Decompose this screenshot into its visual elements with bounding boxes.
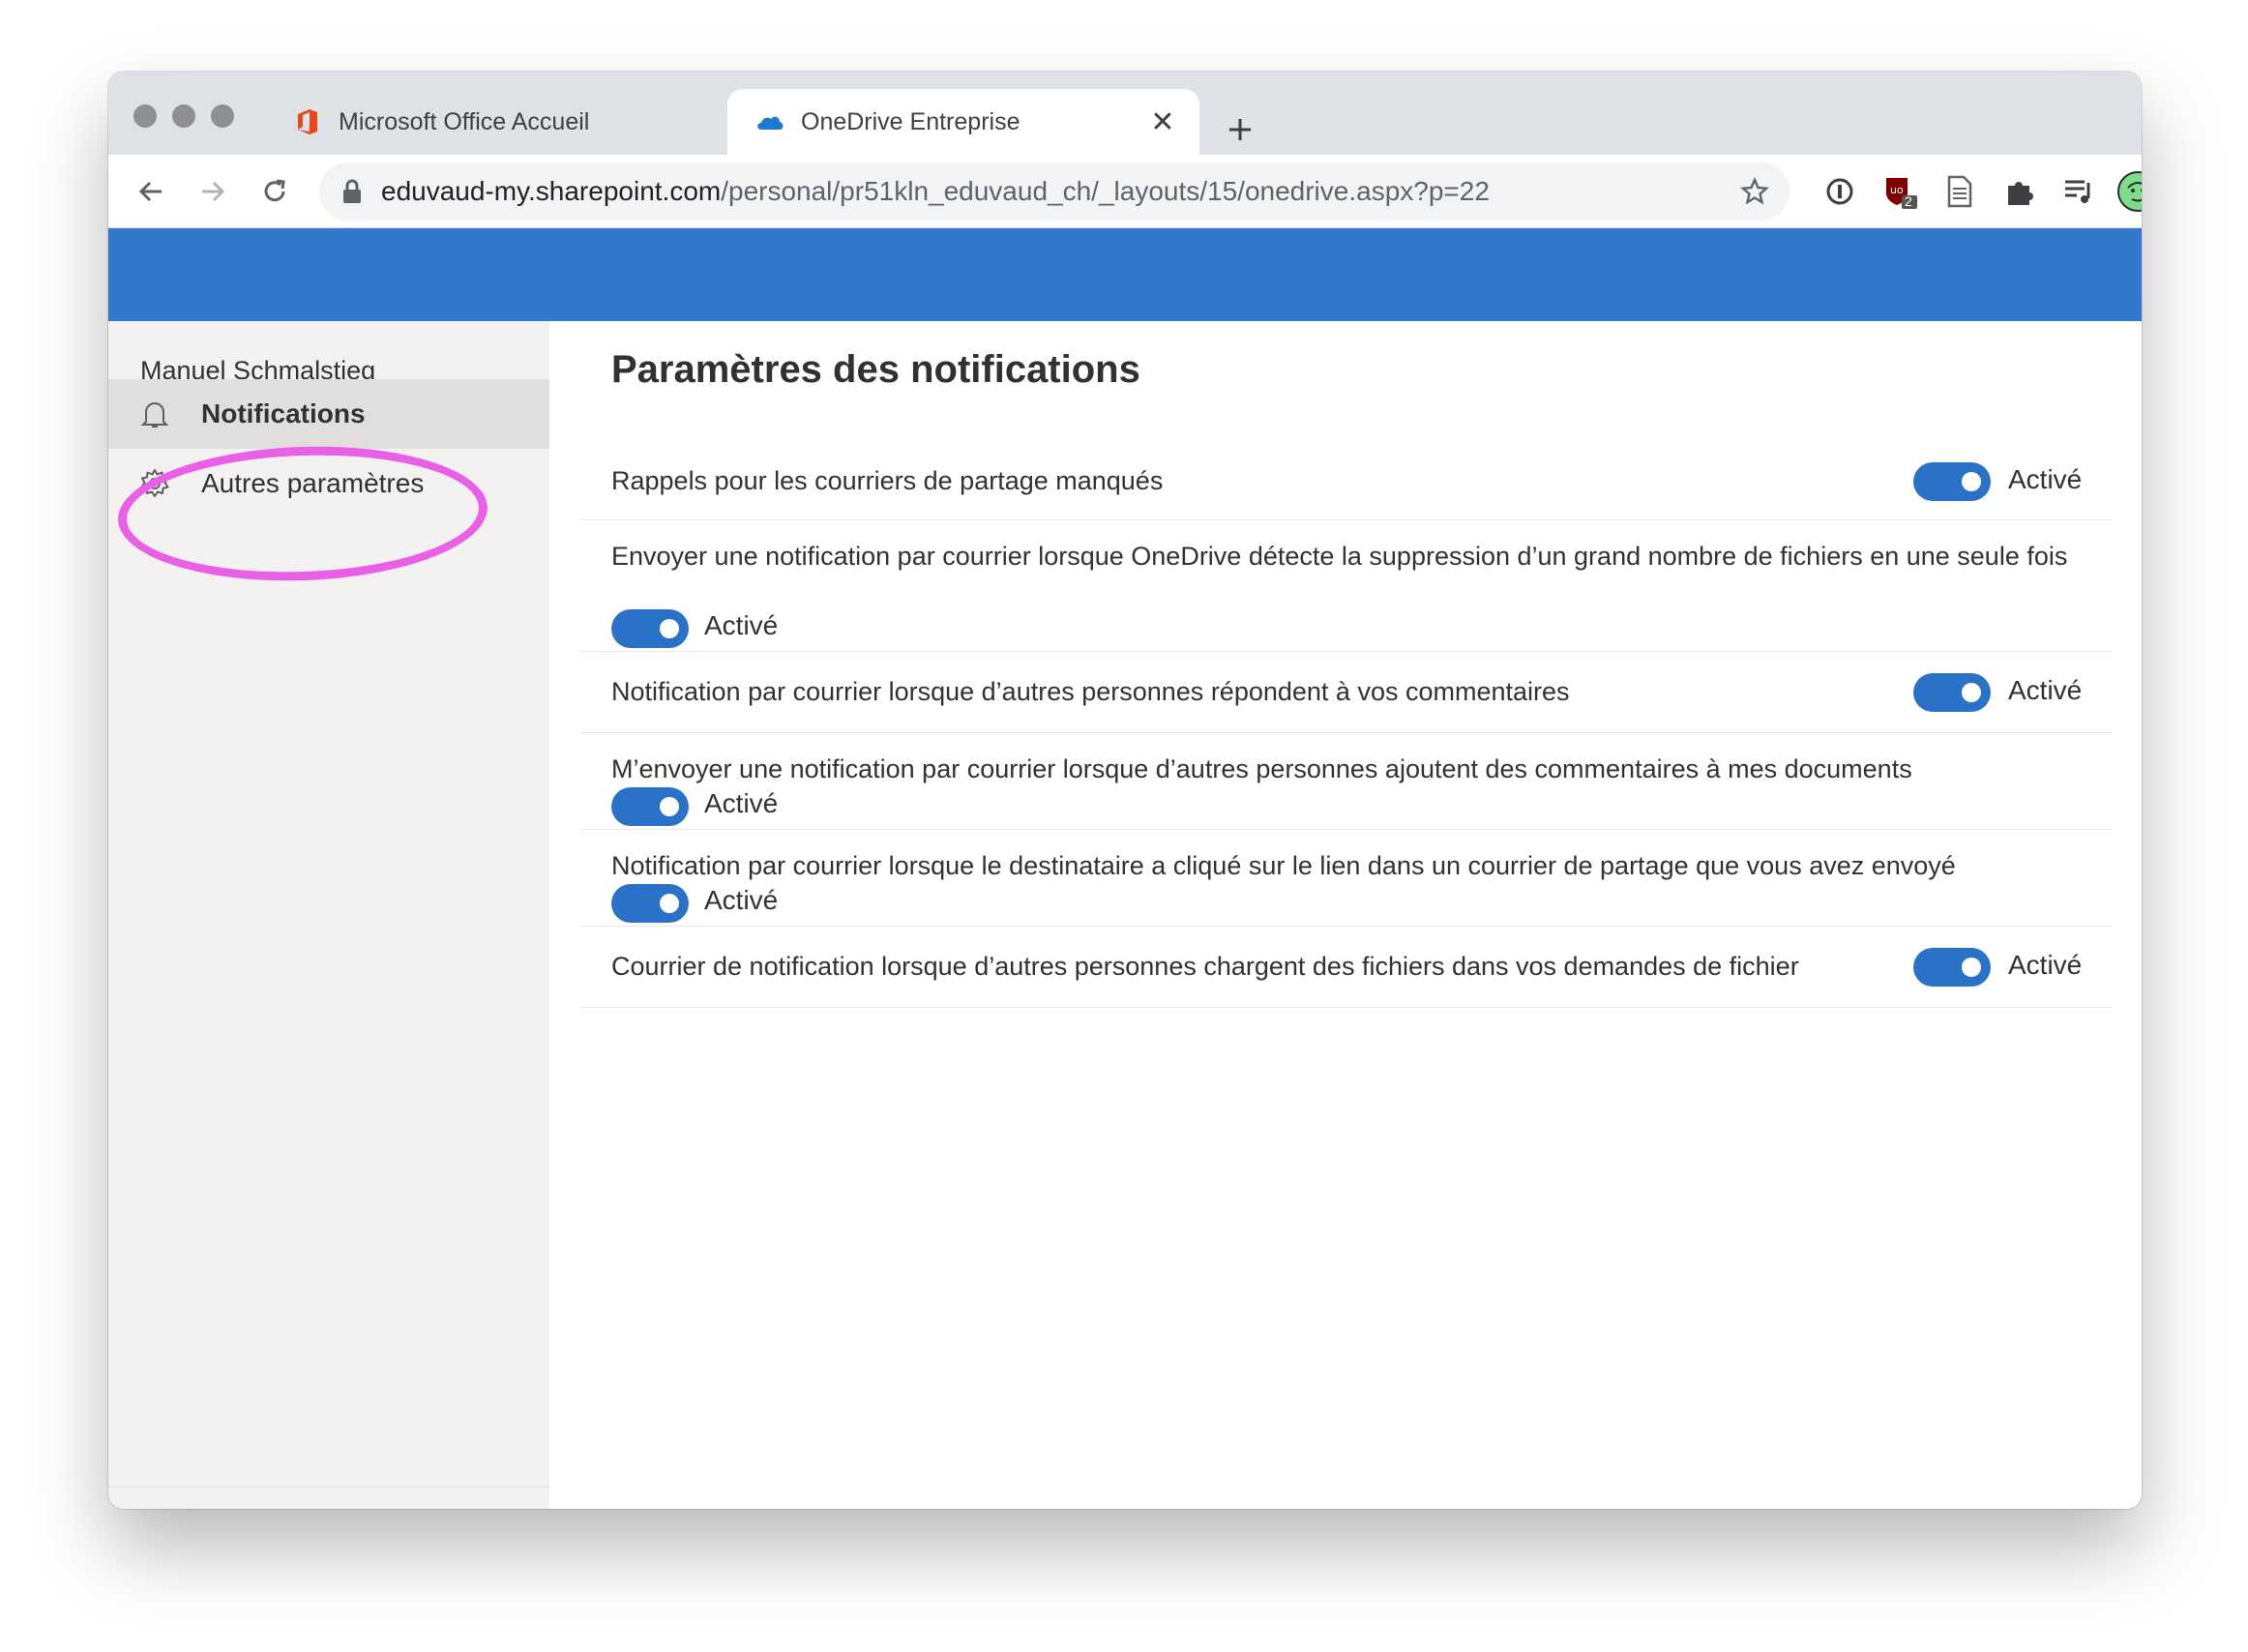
tab-strip: Microsoft Office Accueil ✕ OneDrive Entr… <box>108 72 2142 155</box>
password-manager-icon[interactable] <box>1817 168 1863 215</box>
setting-state-label: Activé <box>2008 675 2083 705</box>
sidebar-item-notifications[interactable]: Notifications <box>108 379 549 449</box>
profile-avatar[interactable] <box>2115 168 2142 215</box>
bell-icon <box>137 397 172 431</box>
lock-icon <box>343 179 361 203</box>
zoom-window-button[interactable] <box>211 104 234 128</box>
setting-state-label: Activé <box>2008 464 2083 494</box>
close-tab-icon[interactable]: ✕ <box>1143 103 1182 141</box>
minimize-window-button[interactable] <box>172 104 195 128</box>
setting-text: Notification par courrier lorsque d’autr… <box>611 677 1570 706</box>
tab-title: Microsoft Office Accueil <box>339 107 590 135</box>
onedrive-icon <box>754 106 785 137</box>
media-control-icon[interactable] <box>2056 168 2103 215</box>
tab-onedrive[interactable]: OneDrive Entreprise ✕ <box>727 89 1199 155</box>
plus-icon <box>1229 119 1251 140</box>
office-icon <box>292 106 323 137</box>
tab-title: OneDrive Entreprise <box>801 107 1020 135</box>
back-button[interactable] <box>124 164 178 219</box>
setting-toggle[interactable] <box>611 609 689 648</box>
extension-badge: 2 <box>1905 193 1912 209</box>
setting-toggle[interactable] <box>1913 462 1991 501</box>
ublock-icon[interactable]: uo 2 <box>1877 168 1923 215</box>
document-icon[interactable] <box>1937 168 1983 215</box>
setting-row: Courrier de notification lorsque d’autre… <box>580 927 2113 1008</box>
sidebar-item-label: Notifications <box>201 398 366 428</box>
address-bar[interactable]: eduvaud-my.sharepoint.com/personal/pr51k… <box>319 162 1790 221</box>
setting-state-label: Activé <box>704 610 779 640</box>
browser-toolbar: eduvaud-my.sharepoint.com/personal/pr51k… <box>108 155 2142 228</box>
browser-window: Microsoft Office Accueil ✕ OneDrive Entr… <box>108 72 2142 1509</box>
arrow-right-icon <box>202 181 225 202</box>
setting-text: Rappels pour les courriers de partage ma… <box>611 466 1164 495</box>
setting-toggle[interactable] <box>1913 948 1991 987</box>
close-window-button[interactable] <box>133 104 157 128</box>
reload-icon <box>264 179 285 202</box>
setting-text: M’envoyer une notification par courrier … <box>611 754 1912 783</box>
arrow-left-icon <box>138 181 162 202</box>
setting-row: Notification par courrier lorsque le des… <box>580 830 2113 927</box>
setting-row: Notification par courrier lorsque d’autr… <box>580 652 2113 733</box>
setting-toggle[interactable] <box>611 884 689 923</box>
bookmark-star-icon[interactable] <box>1735 172 1774 211</box>
forward-button[interactable] <box>186 164 240 219</box>
setting-text: Courrier de notification lorsque d’autre… <box>611 952 1799 981</box>
new-tab-button[interactable] <box>1211 101 1269 159</box>
setting-toggle[interactable] <box>611 787 689 826</box>
suite-header-bar <box>108 228 2142 321</box>
reload-button[interactable] <box>248 164 302 219</box>
setting-state-label: Activé <box>704 885 779 915</box>
url-host: eduvaud-my.sharepoint.com <box>381 176 722 206</box>
setting-text: Notification par courrier lorsque le des… <box>611 851 1956 880</box>
setting-state-label: Activé <box>704 788 779 818</box>
setting-row: Envoyer une notification par courrier lo… <box>580 520 2113 652</box>
divider <box>108 1487 549 1488</box>
svg-text:uo: uo <box>1890 184 1904 196</box>
setting-state-label: Activé <box>2008 950 2083 980</box>
setting-row: M’envoyer une notification par courrier … <box>580 733 2113 830</box>
page-title: Paramètres des notifications <box>611 348 1140 391</box>
url-path: /personal/pr51kln_eduvaud_ch/_layouts/15… <box>721 176 1490 206</box>
setting-toggle[interactable] <box>1913 673 1991 712</box>
setting-row: Rappels pour les courriers de partage ma… <box>580 400 2113 520</box>
setting-text: Envoyer une notification par courrier lo… <box>611 542 2068 571</box>
settings-main: Paramètres des notifications Rappels pou… <box>549 321 2142 1509</box>
extensions-puzzle-icon[interactable] <box>1997 168 2043 215</box>
url-text: eduvaud-my.sharepoint.com/personal/pr51k… <box>381 176 1490 207</box>
